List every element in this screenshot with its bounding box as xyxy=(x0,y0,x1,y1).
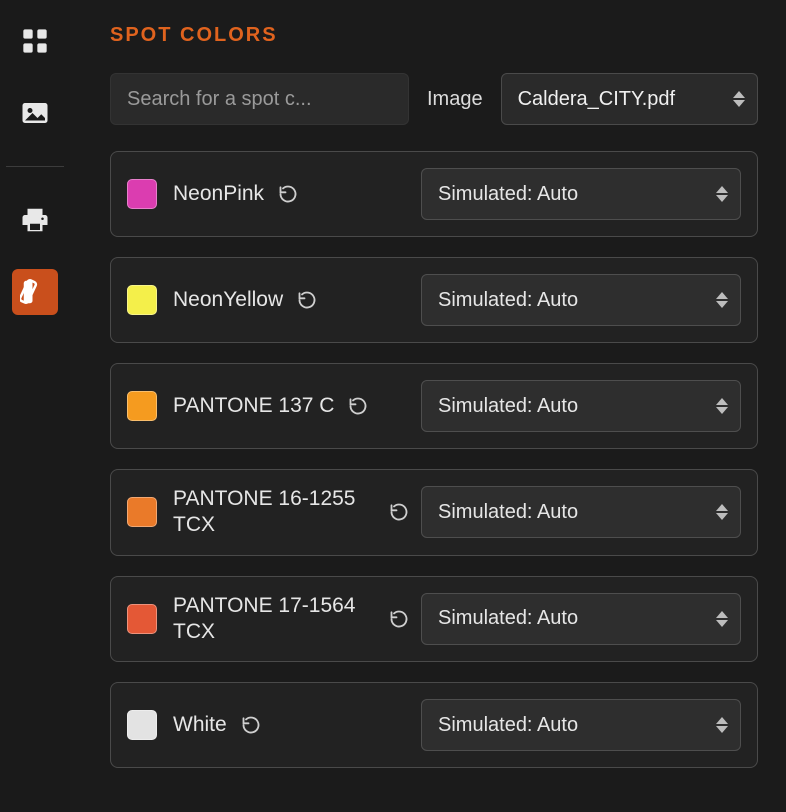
updown-icon xyxy=(716,611,728,627)
color-swatch xyxy=(127,604,157,634)
spot-color-name: NeonYellow xyxy=(173,287,283,313)
color-swatch xyxy=(127,285,157,315)
color-swatch xyxy=(127,179,157,209)
spot-color-name: PANTONE 17-1564 TCX xyxy=(173,593,375,646)
mode-select[interactable]: Simulated: Auto xyxy=(421,168,741,220)
color-swatch xyxy=(127,710,157,740)
refresh-icon[interactable] xyxy=(297,290,317,310)
refresh-icon[interactable] xyxy=(348,396,368,416)
spot-color-row: PANTONE 16-1255 TCX Simulated: Auto xyxy=(110,469,758,556)
color-swatch xyxy=(127,391,157,421)
mode-select[interactable]: Simulated: Auto xyxy=(421,699,741,751)
spot-color-name: PANTONE 16-1255 TCX xyxy=(173,486,375,539)
refresh-icon[interactable] xyxy=(389,609,409,629)
refresh-icon[interactable] xyxy=(241,715,261,735)
mode-select[interactable]: Simulated: Auto xyxy=(421,380,741,432)
spot-color-row: PANTONE 17-1564 TCX Simulated: Auto xyxy=(110,576,758,663)
spot-color-row: PANTONE 137 C Simulated: Auto xyxy=(110,363,758,449)
image-label: Image xyxy=(427,88,483,111)
spot-color-name: PANTONE 137 C xyxy=(173,393,334,419)
panel-title: SPOT COLORS xyxy=(110,24,758,47)
mode-select-value: Simulated: Auto xyxy=(438,289,578,312)
spot-color-name: NeonPink xyxy=(173,181,264,207)
main-panel: SPOT COLORS Image Caldera_CITY.pdf NeonP… xyxy=(70,0,786,812)
mode-select-value: Simulated: Auto xyxy=(438,395,578,418)
spot-color-row: NeonPink Simulated: Auto xyxy=(110,151,758,237)
spot-color-name: White xyxy=(173,712,227,738)
nav-swatches-icon[interactable] xyxy=(12,269,58,315)
refresh-icon[interactable] xyxy=(389,502,409,522)
updown-icon xyxy=(716,717,728,733)
sidebar-divider xyxy=(6,166,64,167)
color-swatch xyxy=(127,497,157,527)
nav-grid-icon[interactable] xyxy=(12,18,58,64)
nav-image-icon[interactable] xyxy=(12,90,58,136)
mode-select[interactable]: Simulated: Auto xyxy=(421,274,741,326)
mode-select-value: Simulated: Auto xyxy=(438,714,578,737)
spot-color-list: NeonPink Simulated: Auto NeonYellow xyxy=(110,151,758,768)
mode-select-value: Simulated: Auto xyxy=(438,607,578,630)
sidebar xyxy=(0,0,70,812)
updown-icon xyxy=(716,504,728,520)
mode-select-value: Simulated: Auto xyxy=(438,183,578,206)
mode-select-value: Simulated: Auto xyxy=(438,501,578,524)
spot-color-row: White Simulated: Auto xyxy=(110,682,758,768)
mode-select[interactable]: Simulated: Auto xyxy=(421,486,741,538)
spot-color-row: NeonYellow Simulated: Auto xyxy=(110,257,758,343)
image-select-value: Caldera_CITY.pdf xyxy=(518,88,676,111)
search-row: Image Caldera_CITY.pdf xyxy=(110,73,758,125)
refresh-icon[interactable] xyxy=(278,184,298,204)
mode-select[interactable]: Simulated: Auto xyxy=(421,593,741,645)
updown-icon xyxy=(716,398,728,414)
nav-printer-icon[interactable] xyxy=(12,197,58,243)
updown-icon xyxy=(716,292,728,308)
search-input[interactable] xyxy=(110,73,409,125)
updown-icon xyxy=(716,186,728,202)
image-select[interactable]: Caldera_CITY.pdf xyxy=(501,73,758,125)
updown-icon xyxy=(733,91,745,107)
